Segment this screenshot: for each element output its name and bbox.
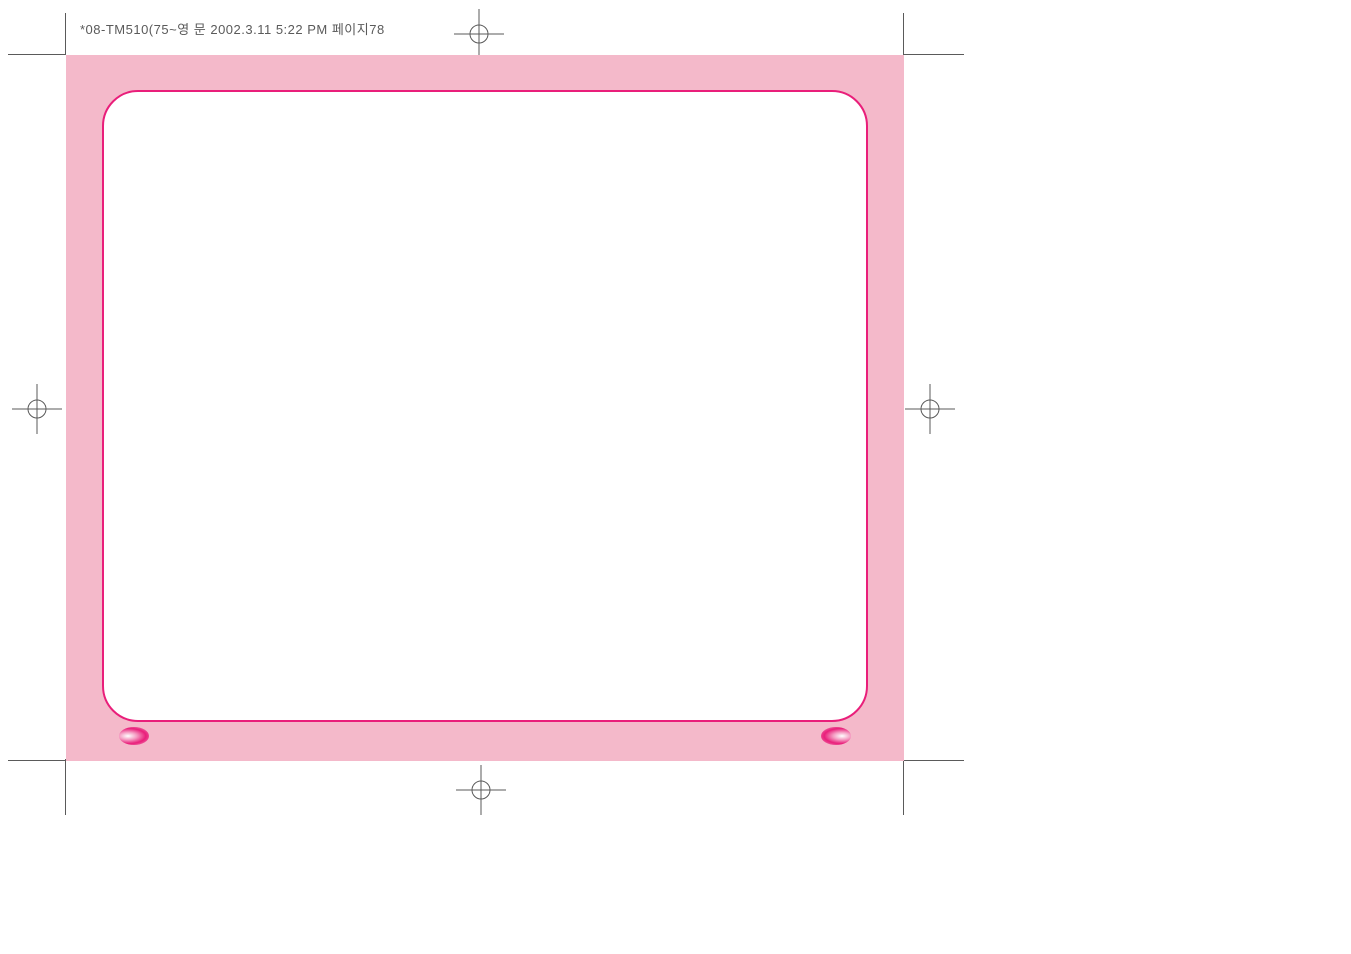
crop-mark — [8, 760, 65, 761]
registration-mark-icon — [12, 384, 62, 434]
crop-mark — [903, 13, 904, 55]
page-background — [66, 55, 904, 761]
registration-mark-icon — [905, 384, 955, 434]
registration-mark-icon — [454, 9, 504, 59]
crop-mark — [904, 54, 964, 55]
decorative-oval-icon — [821, 727, 851, 745]
crop-mark — [8, 54, 65, 55]
decorative-oval-icon — [119, 727, 149, 745]
content-frame — [102, 90, 868, 722]
crop-mark — [903, 759, 904, 815]
crop-mark — [65, 759, 66, 815]
registration-mark-icon — [456, 765, 506, 815]
crop-mark — [904, 760, 964, 761]
crop-mark — [65, 13, 66, 55]
file-header-text: *08-TM510(75~영 문 2002.3.11 5:22 PM 페이지78 — [80, 19, 385, 38]
